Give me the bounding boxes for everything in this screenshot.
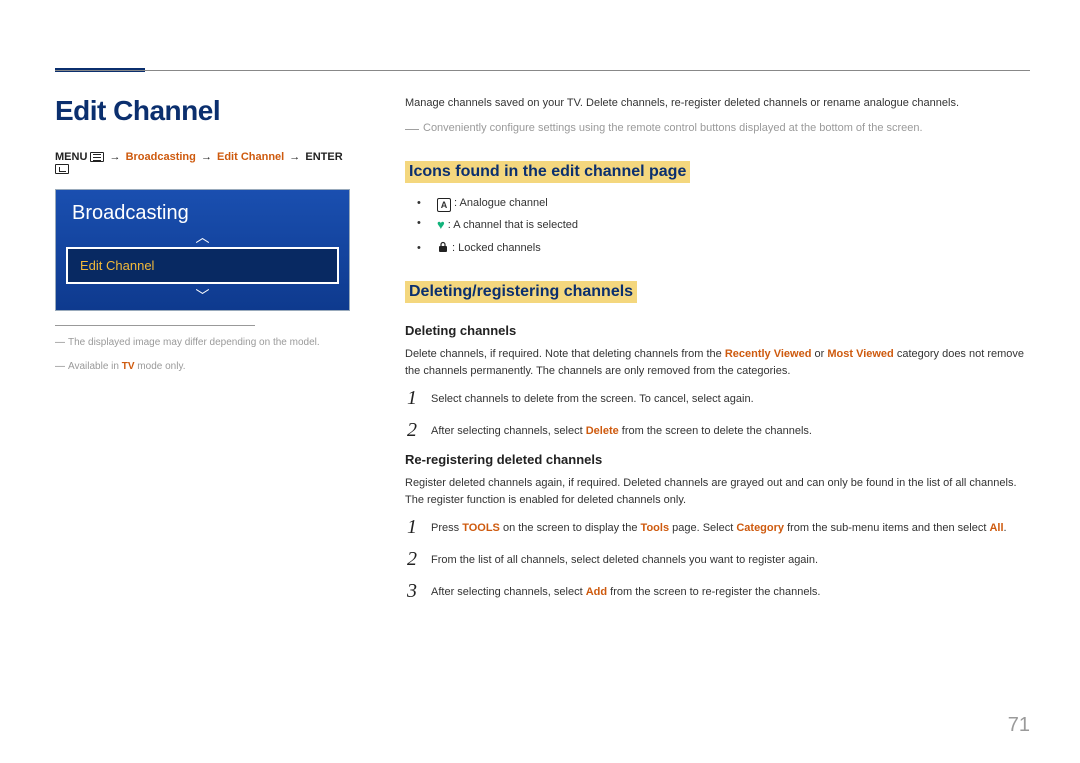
legend-locked: : Locked channels — [427, 238, 1030, 259]
legend-analogue: A : Analogue channel — [427, 193, 1030, 214]
arrow-icon: → — [287, 151, 302, 163]
step-text: From the list of all channels, select de… — [431, 549, 1030, 569]
arrow-icon: → — [199, 151, 214, 163]
heading-icons: Icons found in the edit channel page — [405, 161, 690, 183]
deleting-steps: 1 Select channels to delete from the scr… — [405, 388, 1030, 440]
footnote-kw: TV — [122, 361, 135, 372]
step-2: 2 From the list of all channels, select … — [405, 549, 1030, 569]
kw-recently-viewed: Recently Viewed — [725, 348, 812, 360]
step-span: on the screen to display the — [500, 522, 641, 534]
step-2: 2 After selecting channels, select Delet… — [405, 420, 1030, 440]
subnote-text: Conveniently configure settings using th… — [423, 122, 923, 134]
left-column: Edit Channel MENU → Broadcasting → Edit … — [55, 95, 350, 613]
intro-paragraph: Manage channels saved on your TV. Delete… — [405, 95, 1030, 112]
footnote-post: mode only. — [135, 361, 186, 372]
tv-menu-title: Broadcasting — [56, 190, 349, 231]
menu-path: MENU → Broadcasting → Edit Channel → ENT… — [55, 151, 350, 175]
enter-label: ENTER — [305, 151, 342, 163]
arrow-icon: → — [108, 151, 123, 163]
step-number: 1 — [405, 517, 419, 537]
step-span: After selecting channels, select — [431, 425, 586, 437]
step-number: 2 — [405, 420, 419, 440]
step-span: from the sub-menu items and then select — [784, 522, 989, 534]
step-text: Press TOOLS on the screen to display the… — [431, 517, 1030, 537]
step-span: from the screen to re-register the chann… — [607, 586, 820, 598]
kw-most-viewed: Most Viewed — [827, 348, 893, 360]
tv-menu-item: Edit Channel — [66, 247, 339, 284]
page-title: Edit Channel — [55, 95, 350, 127]
dash-icon: ― — [405, 120, 419, 136]
chevron-down-icon: ﹀ — [56, 290, 349, 310]
step-text: After selecting channels, select Delete … — [431, 420, 1030, 440]
kw-all: All — [989, 522, 1003, 534]
kw-tools-page: Tools — [641, 522, 670, 534]
path-broadcasting: Broadcasting — [126, 151, 196, 163]
enter-icon — [55, 164, 69, 174]
kw-tools: TOOLS — [462, 522, 500, 534]
divider — [55, 325, 255, 326]
step-1: 1 Press TOOLS on the screen to display t… — [405, 517, 1030, 537]
step-number: 3 — [405, 581, 419, 601]
footnote-tvmode: ―Available in TV mode only. — [55, 360, 350, 374]
dash-icon: ― — [55, 361, 65, 372]
sub-note: ― Conveniently configure settings using t… — [405, 118, 1030, 139]
step-span: page. Select — [669, 522, 736, 534]
step-span: . — [1004, 522, 1007, 534]
step-number: 2 — [405, 549, 419, 569]
manual-page: Edit Channel MENU → Broadcasting → Edit … — [0, 0, 1080, 763]
deleting-paragraph: Delete channels, if required. Note that … — [405, 346, 1030, 380]
kw-delete: Delete — [586, 425, 619, 437]
step-text: Select channels to delete from the scree… — [431, 388, 1030, 408]
page-number: 71 — [1008, 714, 1030, 737]
chevron-up-icon: ︿ — [56, 231, 349, 243]
subheading-deleting: Deleting channels — [405, 323, 1030, 338]
lock-icon — [437, 240, 449, 252]
header-rule — [55, 70, 1030, 71]
step-1: 1 Select channels to delete from the scr… — [405, 388, 1030, 408]
subheading-reregister: Re-registering deleted channels — [405, 452, 1030, 467]
kw-category: Category — [736, 522, 784, 534]
step-span: Press — [431, 522, 462, 534]
para-text: Delete channels, if required. Note that … — [405, 348, 725, 360]
footnote-text: The displayed image may differ depending… — [68, 337, 320, 348]
two-column-layout: Edit Channel MENU → Broadcasting → Edit … — [55, 40, 1030, 613]
step-3: 3 After selecting channels, select Add f… — [405, 581, 1030, 601]
footnote-model: ―The displayed image may differ dependin… — [55, 336, 350, 350]
tv-menu-illustration: Broadcasting ︿ Edit Channel ﹀ — [55, 189, 350, 311]
analogue-icon: A — [437, 198, 451, 212]
heart-icon: ♥ — [437, 213, 445, 238]
legend-selected: ♥ : A channel that is selected — [427, 213, 1030, 238]
step-number: 1 — [405, 388, 419, 408]
legend-text: : Locked channels — [449, 242, 541, 254]
menu-icon — [90, 152, 104, 162]
menu-label: MENU — [55, 151, 87, 163]
step-span: from the screen to delete the channels. — [619, 425, 812, 437]
icon-legend-list: A : Analogue channel ♥ : A channel that … — [427, 193, 1030, 259]
dash-icon: ― — [55, 337, 65, 348]
step-text: After selecting channels, select Add fro… — [431, 581, 1030, 601]
right-column: Manage channels saved on your TV. Delete… — [405, 95, 1030, 613]
legend-text: : A channel that is selected — [445, 219, 578, 231]
step-span: After selecting channels, select — [431, 586, 586, 598]
heading-delete-register: Deleting/registering channels — [405, 281, 637, 303]
kw-add: Add — [586, 586, 607, 598]
path-edit-channel: Edit Channel — [217, 151, 284, 163]
reregister-steps: 1 Press TOOLS on the screen to display t… — [405, 517, 1030, 601]
reregister-paragraph: Register deleted channels again, if requ… — [405, 475, 1030, 509]
legend-text: : Analogue channel — [451, 197, 548, 209]
footnote-pre: Available in — [68, 361, 122, 372]
para-text: or — [811, 348, 827, 360]
